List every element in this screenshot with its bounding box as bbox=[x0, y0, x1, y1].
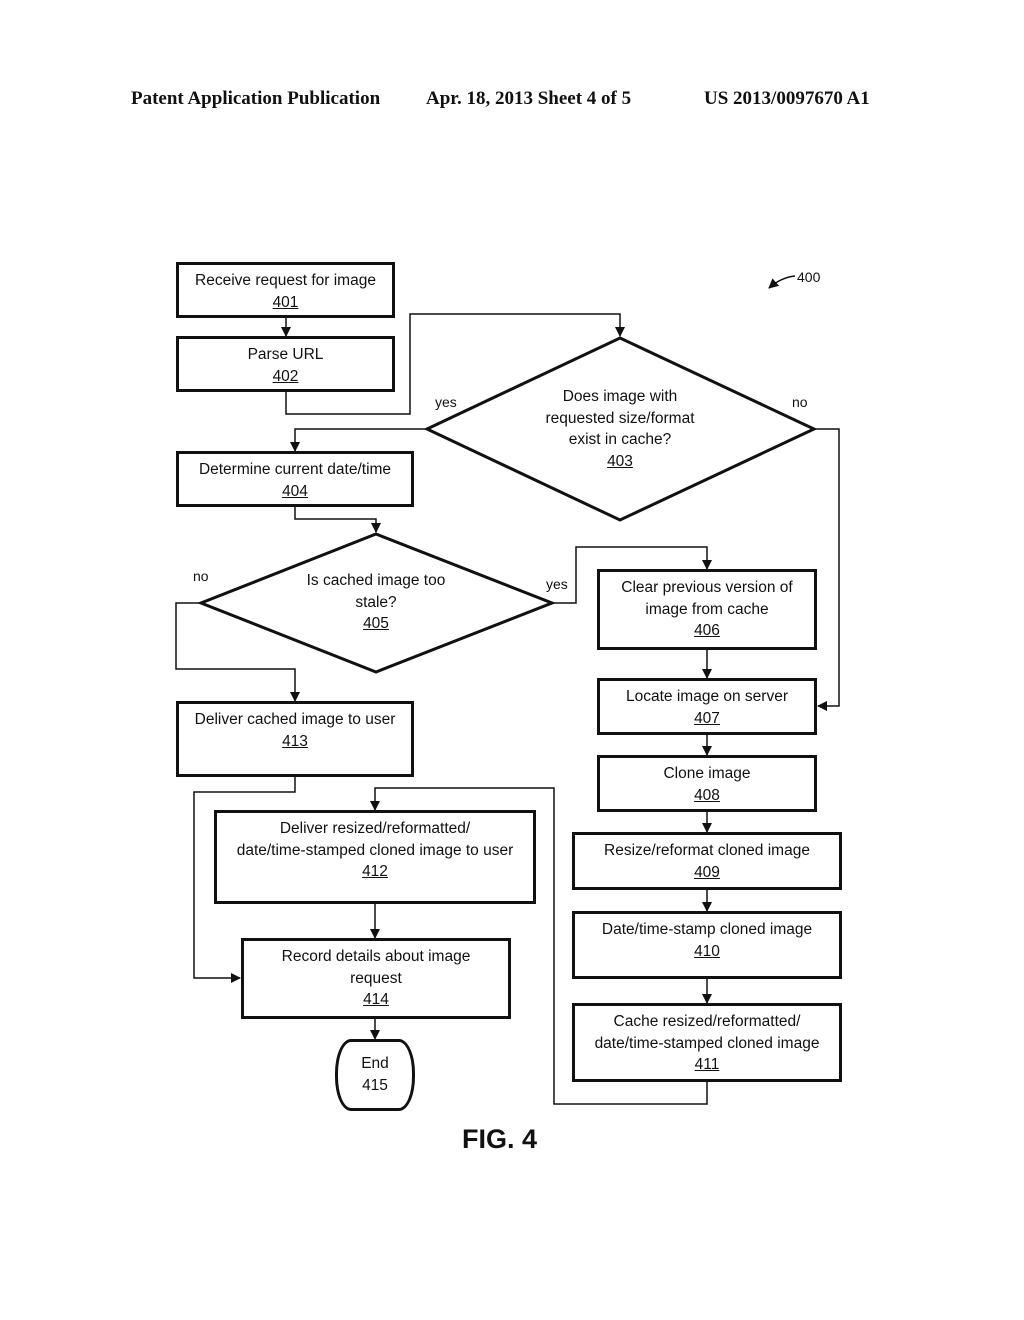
step-406-line1: Clear previous version of bbox=[621, 579, 793, 596]
decision-403-line1: Does image with bbox=[562, 388, 678, 405]
step-407-number: 407 bbox=[694, 709, 720, 727]
step-404-text: Determine current date/time bbox=[198, 461, 392, 478]
step-413-text: Deliver cached image to user bbox=[194, 711, 396, 728]
decision-405-line1: Is cached image too bbox=[306, 572, 446, 589]
terminator-415: End 415 bbox=[335, 1039, 415, 1111]
step-404-number: 404 bbox=[282, 482, 308, 500]
label-405-yes: yes bbox=[546, 576, 568, 592]
step-411-line1: Cache resized/reformatted/ bbox=[613, 1013, 801, 1030]
step-410: Date/time-stamp cloned image 410 bbox=[572, 911, 842, 979]
step-406-line2: image from cache bbox=[645, 600, 769, 618]
step-404: Determine current date/time 404 bbox=[176, 451, 414, 507]
step-414: Record details about image request 414 bbox=[241, 938, 511, 1019]
step-402: Parse URL 402 bbox=[176, 336, 395, 392]
edge-403-407 bbox=[814, 428, 840, 711]
step-414-line1: Record details about image bbox=[281, 948, 471, 965]
step-414-line2: request bbox=[350, 969, 402, 987]
step-411: Cache resized/reformatted/ date/time-sta… bbox=[572, 1003, 842, 1082]
step-410-text: Date/time-stamp cloned image bbox=[601, 921, 813, 938]
edge-403-404 bbox=[290, 428, 427, 452]
step-401-number: 401 bbox=[272, 293, 299, 311]
step-411-number: 411 bbox=[694, 1056, 720, 1073]
step-413: Deliver cached image to user 413 bbox=[176, 701, 414, 777]
reference-arrow bbox=[768, 275, 796, 289]
flowchart-connectors bbox=[175, 275, 840, 1105]
step-408: Clone image 408 bbox=[597, 755, 817, 812]
label-405-no: no bbox=[193, 568, 209, 584]
decision-405: Is cached image too stale? 405 bbox=[286, 570, 466, 635]
step-402-text: Parse URL bbox=[247, 346, 324, 363]
decision-403-line3: exist in cache? bbox=[568, 431, 672, 448]
step-409: Resize/reformat cloned image 409 bbox=[572, 832, 842, 890]
step-407: Locate image on server 407 bbox=[597, 678, 817, 735]
figure-reference-number: 400 bbox=[797, 269, 821, 285]
terminator-415-text: End bbox=[361, 1055, 389, 1072]
decision-403-line2: requested size/format bbox=[545, 409, 695, 427]
step-401: Receive request for image 401 bbox=[176, 262, 395, 318]
step-412: Deliver resized/reformatted/ date/time-s… bbox=[214, 810, 536, 904]
step-412-number: 412 bbox=[362, 863, 388, 880]
figure-caption: FIG. 4 bbox=[462, 1124, 538, 1154]
step-409-number: 409 bbox=[694, 863, 720, 881]
label-403-no: no bbox=[792, 394, 808, 410]
step-413-number: 413 bbox=[282, 732, 308, 750]
step-406-number: 406 bbox=[694, 622, 720, 639]
step-408-number: 408 bbox=[694, 786, 720, 804]
label-403-yes: yes bbox=[435, 394, 457, 410]
decision-405-number: 405 bbox=[363, 615, 389, 632]
step-412-line2: date/time-stamped cloned image to user bbox=[236, 841, 514, 859]
step-414-number: 414 bbox=[363, 991, 389, 1008]
step-408-text: Clone image bbox=[663, 765, 751, 782]
terminator-415-number: 415 bbox=[362, 1077, 388, 1094]
decision-403: Does image with requested size/format ex… bbox=[520, 386, 720, 472]
step-402-number: 402 bbox=[272, 367, 299, 385]
step-406: Clear previous version of image from cac… bbox=[597, 569, 817, 650]
edge-404-405 bbox=[294, 505, 381, 533]
step-401-text: Receive request for image bbox=[195, 272, 376, 289]
decision-405-line2: stale? bbox=[355, 593, 397, 611]
step-409-text: Resize/reformat cloned image bbox=[604, 842, 810, 859]
step-410-number: 410 bbox=[694, 942, 720, 960]
step-412-line1: Deliver resized/reformatted/ bbox=[279, 820, 471, 837]
step-407-text: Locate image on server bbox=[626, 688, 788, 705]
step-411-line2: date/time-stamped cloned image bbox=[594, 1034, 820, 1052]
decision-403-number: 403 bbox=[607, 452, 633, 470]
